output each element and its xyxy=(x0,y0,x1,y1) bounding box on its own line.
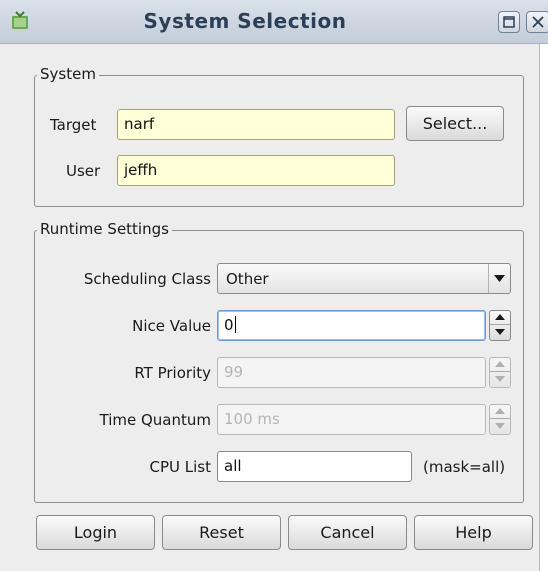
time-quantum-decrement xyxy=(490,420,510,434)
arrow-down-icon xyxy=(495,423,505,429)
cancel-button[interactable]: Cancel xyxy=(288,515,407,550)
time-quantum-label: Time Quantum xyxy=(99,411,212,429)
arrow-up-icon xyxy=(495,314,505,320)
arrow-up-icon xyxy=(495,361,505,367)
scheduling-class-select[interactable]: Other xyxy=(217,263,511,294)
scheduling-class-value: Other xyxy=(226,270,269,288)
nice-value-input[interactable]: 0 xyxy=(217,310,486,341)
select-button[interactable]: Select... xyxy=(406,106,504,141)
rt-priority-input: 99 xyxy=(217,357,486,388)
nice-value-increment[interactable] xyxy=(490,311,510,325)
window-title: System Selection xyxy=(143,9,347,33)
time-quantum-increment xyxy=(490,405,510,419)
nice-value-text: 0 xyxy=(224,316,234,334)
text-caret xyxy=(234,316,236,333)
user-label: User xyxy=(66,162,101,180)
nice-value-spinner[interactable] xyxy=(489,310,511,341)
close-icon xyxy=(532,16,544,28)
target-input[interactable]: narf xyxy=(117,109,395,140)
runtime-settings-group: Runtime Settings Scheduling Class Other … xyxy=(34,220,524,503)
arrow-down-icon xyxy=(495,376,505,382)
time-quantum-spinner xyxy=(489,404,511,435)
reset-button[interactable]: Reset xyxy=(162,515,281,550)
maximize-button[interactable] xyxy=(498,11,520,33)
user-input[interactable]: jeffh xyxy=(117,155,395,186)
rt-priority-label: RT Priority xyxy=(134,364,211,382)
cpu-list-label: CPU List xyxy=(149,458,212,476)
chevron-down-icon xyxy=(494,275,505,282)
nice-value-label: Nice Value xyxy=(132,317,211,335)
app-icon xyxy=(10,10,30,30)
close-button[interactable] xyxy=(526,11,548,33)
rt-priority-increment xyxy=(490,358,510,372)
runtime-settings-label: Runtime Settings xyxy=(37,220,172,238)
cpu-mask-text: (mask=all) xyxy=(423,458,506,476)
system-group-label: System xyxy=(37,65,99,83)
cpu-list-input[interactable]: all xyxy=(217,451,412,482)
maximize-icon xyxy=(503,16,515,28)
scheduling-class-label: Scheduling Class xyxy=(83,270,211,288)
arrow-down-icon xyxy=(495,329,505,335)
target-label: Target xyxy=(50,116,97,134)
title-bar: System Selection xyxy=(0,0,548,44)
arrow-up-icon xyxy=(495,408,505,414)
nice-value-decrement[interactable] xyxy=(490,326,510,340)
rt-priority-spinner xyxy=(489,357,511,388)
dialog-body: System Target narf Select... User jeffh … xyxy=(0,44,540,571)
login-button[interactable]: Login xyxy=(36,515,155,550)
system-group: System Target narf Select... User jeffh xyxy=(34,65,524,207)
help-button[interactable]: Help xyxy=(414,515,533,550)
rt-priority-decrement xyxy=(490,373,510,387)
dropdown-arrow[interactable] xyxy=(488,264,510,293)
time-quantum-input: 100 ms xyxy=(217,404,486,435)
